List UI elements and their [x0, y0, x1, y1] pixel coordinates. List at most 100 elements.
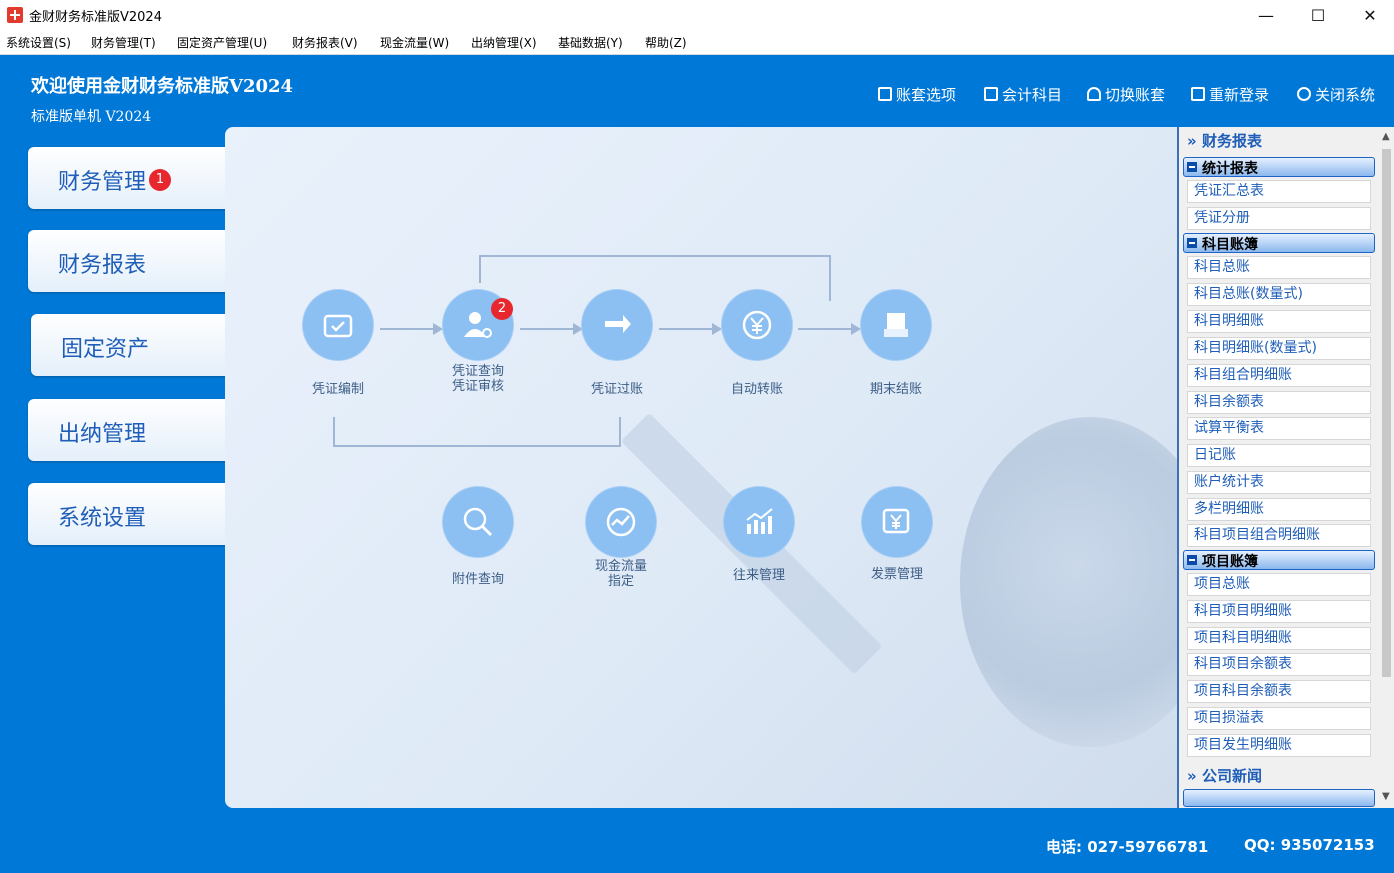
flow-arrowhead-4 [851, 323, 861, 335]
background-globe-graphic [960, 417, 1177, 747]
report-item[interactable]: 项目科目余额表 [1187, 680, 1371, 703]
menu-cash-flow[interactable]: 现金流量(W) [380, 34, 449, 51]
magnifier-clip-icon [463, 507, 493, 537]
report-item[interactable]: 科目明细账 [1187, 310, 1371, 333]
report-item[interactable]: 科目项目组合明细账 [1187, 524, 1371, 547]
chevron-down-icon: » [1187, 132, 1197, 150]
report-item[interactable]: 账户统计表 [1187, 471, 1371, 494]
invoice-manage-node[interactable] [862, 487, 932, 557]
chevron-down-icon: » [1187, 767, 1197, 785]
attachment-query-node[interactable] [443, 487, 513, 557]
nav-system-settings[interactable]: 系统设置 [28, 483, 226, 545]
report-item[interactable]: 凭证分册 [1187, 207, 1371, 230]
voucher-query-node[interactable]: 2 [443, 290, 513, 360]
switch-ledger-icon [1087, 87, 1101, 101]
flow-arrowhead-3 [712, 323, 722, 335]
period-close-node[interactable] [861, 290, 931, 360]
relogin-icon [1191, 87, 1205, 101]
account-subject-link[interactable]: 会计科目 [984, 83, 1062, 105]
voucher-posting-node[interactable] [582, 290, 652, 360]
report-item[interactable]: 科目总账(数量式) [1187, 283, 1371, 306]
power-icon [1297, 87, 1311, 101]
auto-transfer-node[interactable] [722, 290, 792, 360]
group-account-books-title: 科目账簿 [1202, 237, 1258, 253]
cashflow-assign-label: 现金流量 指定 [580, 559, 662, 589]
account-subject-icon [984, 87, 998, 101]
group-account-books[interactable]: 科目账簿 [1183, 233, 1375, 253]
nav-financial-reports[interactable]: 财务报表 [28, 230, 226, 292]
close-button[interactable]: ✕ [1347, 0, 1393, 30]
menu-finance-manage[interactable]: 财务管理(T) [91, 34, 156, 51]
app-logo-icon [7, 7, 23, 23]
yen-cycle-icon [742, 310, 772, 340]
report-item[interactable]: 多栏明细账 [1187, 498, 1371, 521]
cashflow-line1: 现金流量 [594, 559, 647, 574]
reports-section-title: 财务报表 [1201, 132, 1262, 150]
right-panel-scrollbar[interactable]: ▲ ▼ [1379, 127, 1394, 808]
report-tree-panel: » 财务报表 统计报表 凭证汇总表 凭证分册 科目账簿 科目总账 科目总账(数量… [1177, 127, 1394, 808]
flow-arrow-4 [798, 328, 853, 330]
trend-circle-icon [606, 507, 636, 537]
news-section-header[interactable]: » 公司新闻 [1187, 765, 1262, 787]
menu-financial-reports[interactable]: 财务报表(V) [292, 34, 358, 51]
group-statistics-title: 统计报表 [1202, 161, 1258, 177]
scroll-down-icon[interactable]: ▼ [1382, 791, 1390, 802]
account-subject-label: 会计科目 [1002, 85, 1063, 104]
group-project-books-title: 项目账簿 [1202, 554, 1258, 570]
nav-financial-reports-label: 财务报表 [58, 253, 147, 278]
flow-arrowhead-1 [433, 323, 443, 335]
nav-system-settings-label: 系统设置 [58, 506, 147, 531]
flow-arrow-1 [380, 328, 435, 330]
voucher-entry-node[interactable] [303, 290, 373, 360]
period-close-label: 期末结账 [869, 382, 922, 397]
relogin-label: 重新登录 [1209, 85, 1270, 104]
ledger-options-icon [878, 87, 892, 101]
report-item[interactable]: 日记账 [1187, 444, 1371, 467]
report-item[interactable]: 科目余额表 [1187, 391, 1371, 414]
menu-system-settings[interactable]: 系统设置(S) [6, 34, 71, 51]
report-item[interactable]: 科目项目明细账 [1187, 600, 1371, 623]
report-item[interactable]: 科目项目余额表 [1187, 653, 1371, 676]
menu-basic-data[interactable]: 基础数据(Y) [558, 34, 623, 51]
report-item[interactable]: 试算平衡表 [1187, 417, 1371, 440]
nav-cashier[interactable]: 出纳管理 [28, 399, 226, 461]
nav-finance-manage[interactable]: 财务管理 1 [28, 147, 226, 209]
report-item[interactable]: 项目发生明细账 [1187, 734, 1371, 757]
menu-fixed-assets[interactable]: 固定资产管理(U) [177, 34, 267, 51]
transfer-arrows-icon [605, 315, 631, 333]
folder-check-icon [323, 314, 353, 338]
collapse-icon [1187, 162, 1197, 172]
cashflow-assign-node[interactable] [586, 487, 656, 557]
menu-help[interactable]: 帮助(Z) [645, 34, 687, 51]
ledger-options-link[interactable]: 账套选项 [878, 83, 956, 105]
group-statistics[interactable]: 统计报表 [1183, 157, 1375, 177]
close-system-link[interactable]: 关闭系统 [1297, 83, 1375, 105]
invoice-yen-icon [882, 508, 910, 534]
reports-section-header[interactable]: » 财务报表 [1187, 130, 1262, 152]
attachment-query-label: 附件查询 [451, 572, 504, 587]
collapse-icon [1187, 555, 1197, 565]
report-item[interactable]: 科目总账 [1187, 256, 1371, 279]
maximize-button[interactable]: ☐ [1295, 0, 1341, 30]
report-item[interactable]: 项目科目明细账 [1187, 627, 1371, 650]
scroll-up-icon[interactable]: ▲ [1382, 131, 1390, 142]
scroll-thumb[interactable] [1382, 149, 1391, 677]
nav-fixed-assets[interactable]: 固定资产 [31, 314, 226, 376]
menu-cashier[interactable]: 出纳管理(X) [471, 34, 537, 51]
news-section-title: 公司新闻 [1201, 767, 1262, 785]
minimize-button[interactable]: — [1243, 0, 1289, 30]
report-item[interactable]: 科目明细账(数量式) [1187, 337, 1371, 360]
group-project-books[interactable]: 项目账簿 [1183, 550, 1375, 570]
report-item[interactable]: 项目总账 [1187, 573, 1371, 596]
notification-badge: 2 [491, 298, 513, 320]
news-collapsed-bar[interactable] [1183, 789, 1375, 807]
switch-ledger-link[interactable]: 切换账套 [1087, 83, 1165, 105]
nav-finance-manage-label: 财务管理 [58, 170, 147, 195]
relogin-link[interactable]: 重新登录 [1191, 83, 1269, 105]
ar-ap-manage-node[interactable] [724, 487, 794, 557]
report-item[interactable]: 项目损溢表 [1187, 707, 1371, 730]
report-item[interactable]: 科目组合明细账 [1187, 364, 1371, 387]
hand-yen-icon [884, 313, 908, 337]
workflow-panel: 凭证编制 2 凭证查询 凭证审核 凭证过账 自动转账 期末结账 附件查询 现金流… [225, 127, 1177, 808]
report-item[interactable]: 凭证汇总表 [1187, 180, 1371, 203]
